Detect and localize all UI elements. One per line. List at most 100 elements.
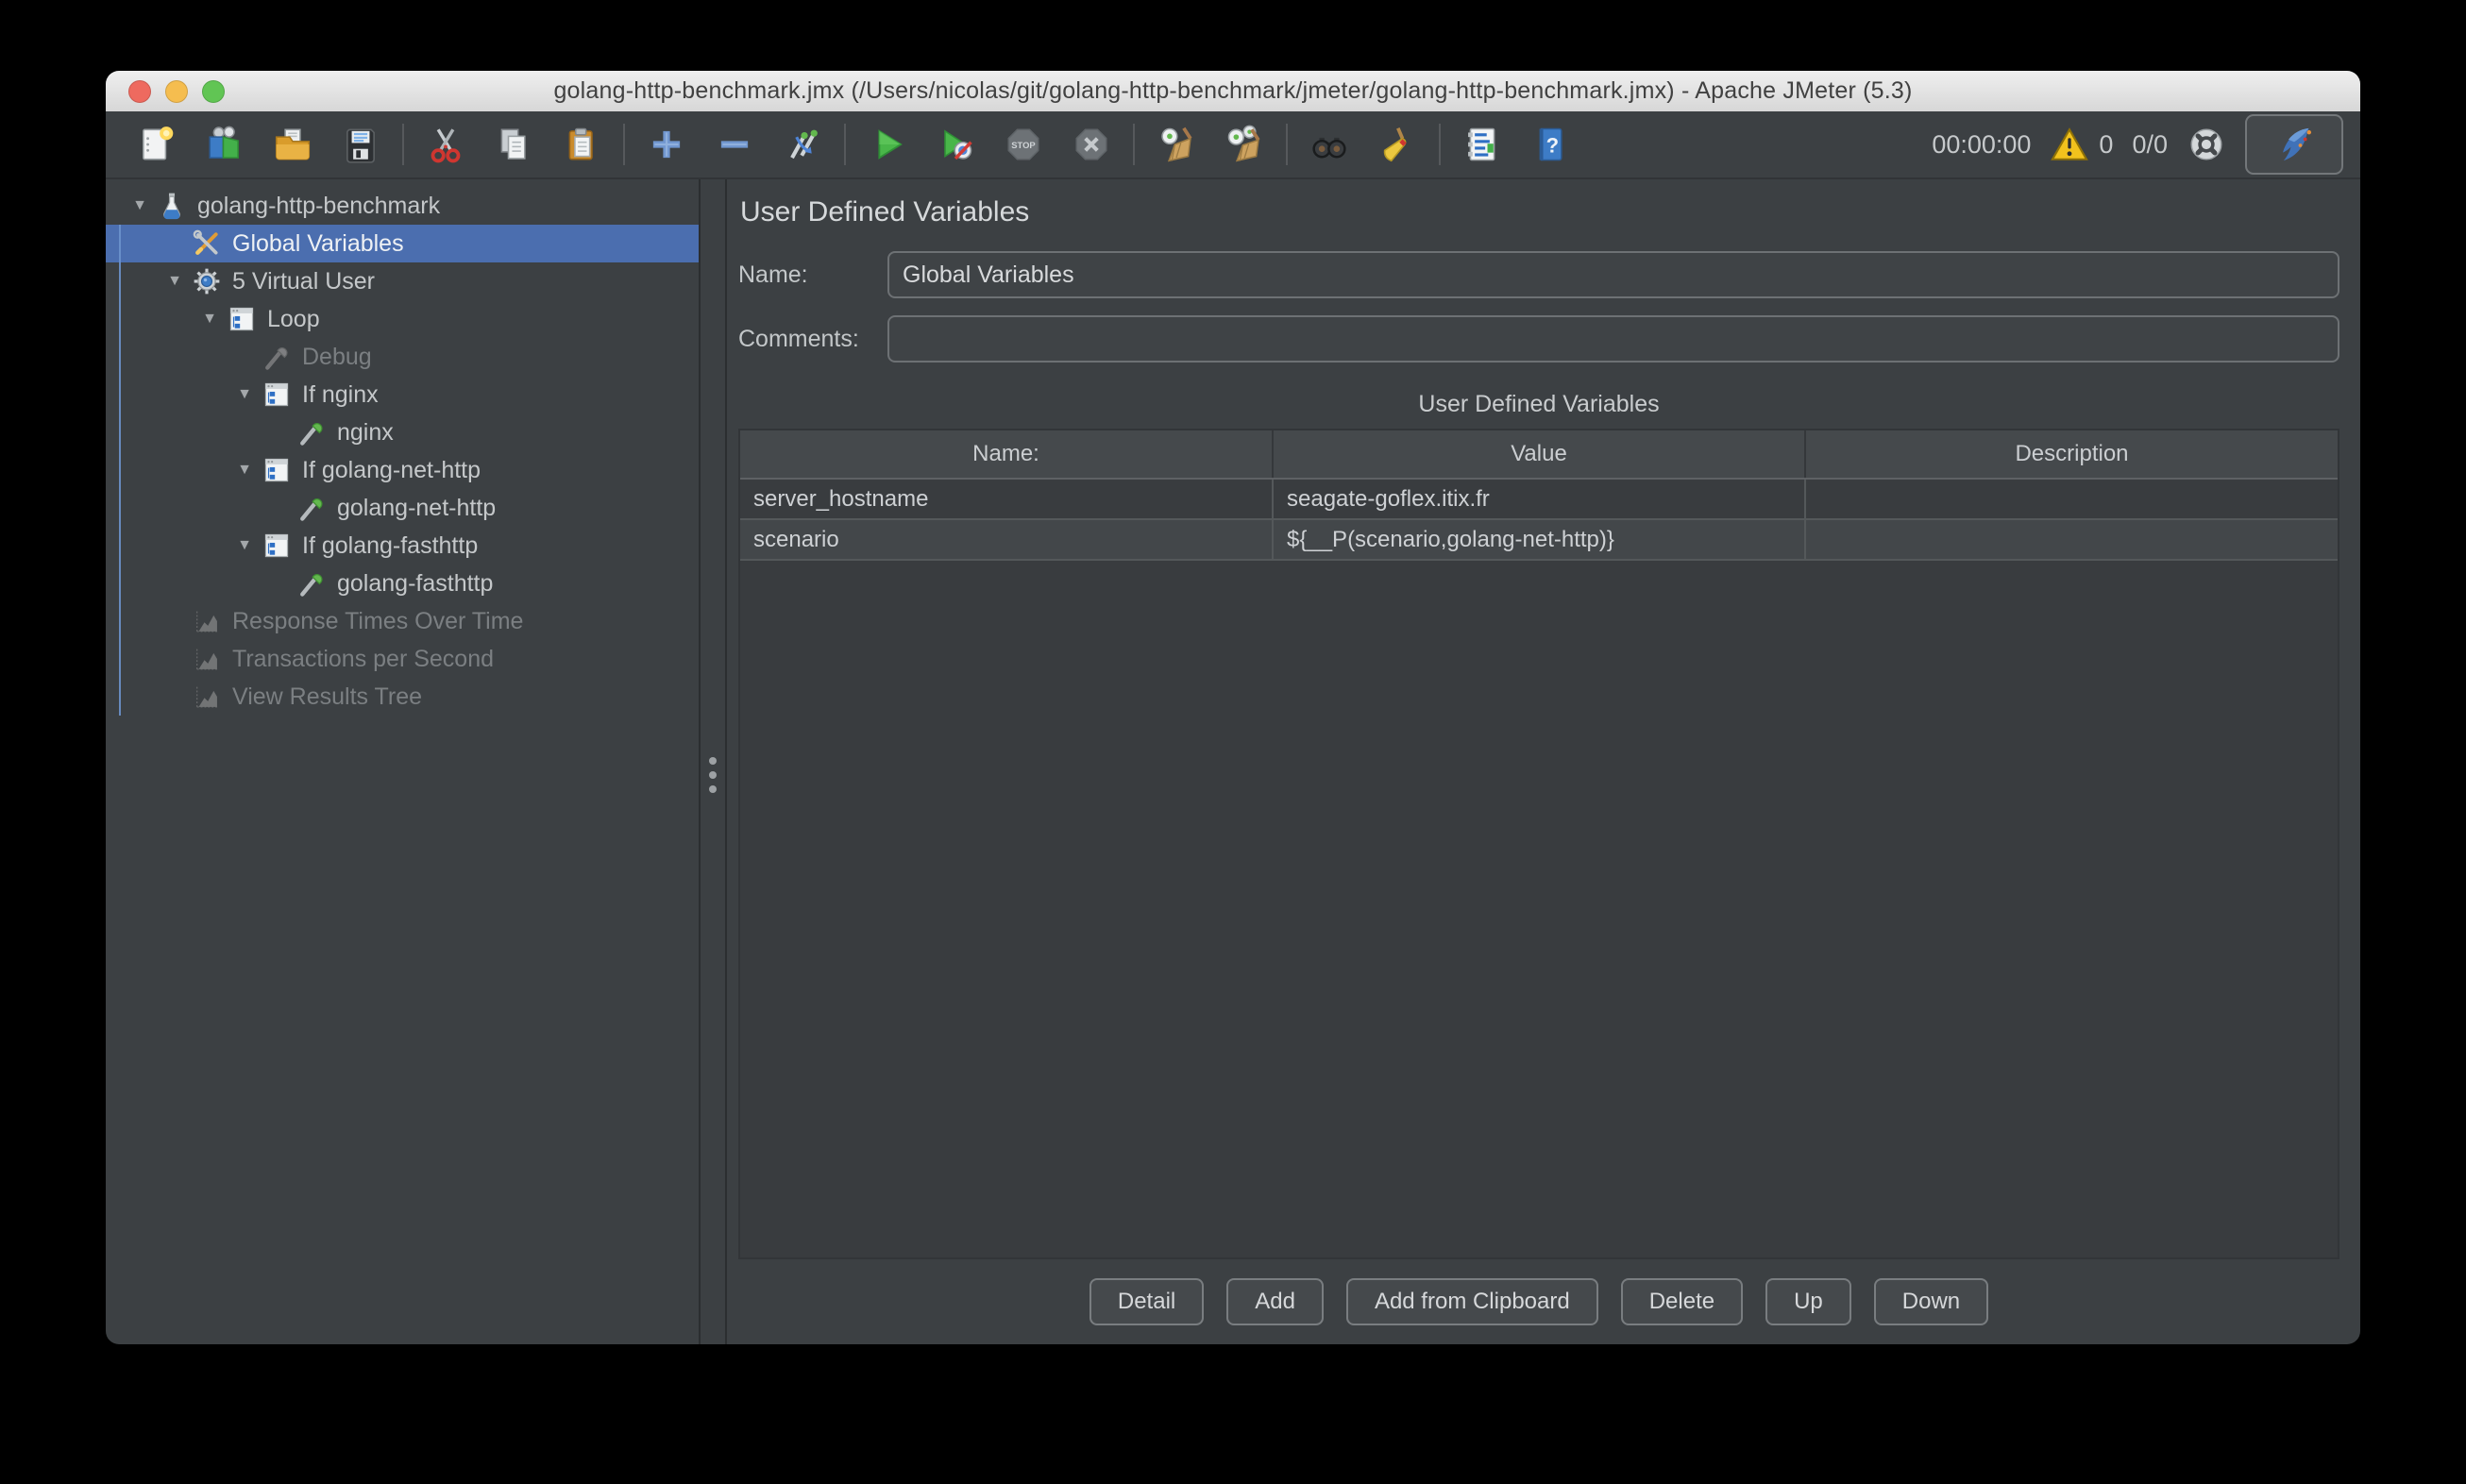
tree-item-nginx[interactable]: nginx [106,413,699,451]
clean-icon[interactable] [1155,123,1198,166]
tree-item-response-times-over-time[interactable]: Response Times Over Time [106,602,699,640]
column-header-description: Description [1805,430,2338,479]
chart-icon [190,643,224,675]
open-folder-icon[interactable] [271,123,314,166]
table-cell[interactable]: scenario [740,519,1273,560]
close-button[interactable] [128,80,151,103]
clean-search-icon[interactable] [1376,123,1419,166]
tree-item-label: golang-http-benchmark [197,193,440,220]
jmeter-logo-icon [2272,122,2317,167]
name-row: Name: [738,251,2339,298]
svg-text:?: ? [1546,134,1559,158]
toolbar-groups: STOP? [123,123,1584,166]
search-icon[interactable] [1308,123,1351,166]
table-cell[interactable] [1805,479,2338,519]
start-icon[interactable] [866,123,909,166]
split-pane-divider[interactable] [701,179,727,1344]
thread-count: 0/0 [2132,130,2168,160]
stop-icon[interactable]: STOP [1002,123,1045,166]
add-button[interactable]: Add [1226,1278,1324,1325]
test-plan-icon [155,190,189,222]
copy-icon[interactable] [492,123,535,166]
log-warning-indicator[interactable]: 0 [2050,125,2113,164]
add-icon[interactable] [645,123,688,166]
warning-icon [2050,125,2089,164]
toolbar-separator [1286,124,1288,165]
table-cell[interactable]: seagate-goflex.itix.fr [1273,479,1805,519]
zoom-button[interactable] [202,80,225,103]
paste-icon[interactable] [560,123,603,166]
column-header-name: Name: [740,430,1273,479]
toolbar-separator [1439,124,1441,165]
tree-item-label: Response Times Over Time [232,608,523,635]
tree-item-transactions-per-second[interactable]: Transactions per Second [106,640,699,678]
elapsed-timer: 00:00:00 [1932,130,2031,160]
tree-item-golang-fasthttp[interactable]: golang-fasthttp [106,565,699,602]
table-cell[interactable] [1805,519,2338,560]
jmeter-logo-button[interactable] [2245,114,2343,175]
threads-icon [190,265,224,297]
tree-item-if-nginx[interactable]: ▼If nginx [106,376,699,413]
window-title: golang-http-benchmark.jmx (/Users/nicola… [553,77,1912,105]
start-no-timers-icon[interactable] [934,123,977,166]
title-bar[interactable]: golang-http-benchmark.jmx (/Users/nicola… [106,71,2360,111]
tree-item-loop[interactable]: ▼Loop [106,300,699,338]
toolbar-separator [402,124,404,165]
delete-button[interactable]: Delete [1621,1278,1743,1325]
tree-item-5-virtual-user[interactable]: ▼ 5 Virtual User [106,262,699,300]
toolbar-separator [1133,124,1135,165]
detail-button[interactable]: Detail [1089,1278,1204,1325]
remove-icon[interactable] [713,123,756,166]
sampler-gray-icon [260,341,294,373]
table-caption: User Defined Variables [738,391,2339,417]
tree-item-golang-http-benchmark[interactable]: ▼ golang-http-benchmark [106,187,699,225]
expand-arrow-icon[interactable]: ▼ [229,537,260,554]
tree-item-label: Transactions per Second [232,646,494,673]
traffic-lights [128,71,225,111]
help-icon[interactable]: ? [1529,123,1572,166]
minimize-button[interactable] [165,80,188,103]
chart-icon [190,681,224,713]
controller-icon [225,303,259,335]
table-row: scenario${__P(scenario,golang-net-http)} [740,519,2338,560]
shutdown-icon[interactable] [1070,123,1113,166]
tree-item-if-golang-net-http[interactable]: ▼If golang-net-http [106,451,699,489]
comments-input[interactable] [887,315,2339,363]
tree-item-label: golang-fasthttp [337,570,493,598]
comments-label: Comments: [738,326,887,353]
divider-grip-icon [709,757,717,793]
tree-item-label: 5 Virtual User [232,268,375,295]
tree-item-label: Global Variables [232,230,404,258]
expand-arrow-icon[interactable]: ▼ [125,197,155,214]
tree-item-view-results-tree[interactable]: View Results Tree [106,678,699,716]
new-file-icon[interactable] [135,123,178,166]
templates-icon[interactable] [203,123,246,166]
tree-item-if-golang-fasthttp[interactable]: ▼ If golang-fasthttp [106,527,699,565]
clean-all-icon[interactable] [1223,123,1266,166]
table-buttons: Detail Add Add from Clipboard Delete Up Down [738,1278,2339,1325]
function-helper-icon[interactable] [1461,123,1504,166]
expand-arrow-icon[interactable]: ▼ [194,311,225,328]
table-cell[interactable]: server_hostname [740,479,1273,519]
table-row: server_hostnameseagate-goflex.itix.fr [740,479,2338,519]
expand-arrow-icon[interactable]: ▼ [160,273,190,290]
target-icon [2187,125,2226,164]
content-area: ▼ golang-http-benchmark Global Variables ▼ 5… [106,179,2360,1344]
expand-arrow-icon[interactable]: ▼ [229,386,260,403]
cut-icon[interactable] [424,123,467,166]
expand-arrow-icon[interactable]: ▼ [229,462,260,479]
tree-item-debug[interactable]: Debug [106,338,699,376]
down-button[interactable]: Down [1874,1278,1988,1325]
tree-item-golang-net-http[interactable]: golang-net-http [106,489,699,527]
table-cell[interactable]: ${__P(scenario,golang-net-http)} [1273,519,1805,560]
sampler-icon [295,492,329,524]
save-icon[interactable] [339,123,382,166]
name-input[interactable] [887,251,2339,298]
tree-item-global-variables[interactable]: Global Variables [106,225,699,262]
warning-count: 0 [2099,130,2113,160]
tree-item-label: If golang-fasthttp [302,532,478,560]
test-plan-tree: ▼ golang-http-benchmark Global Variables ▼ 5… [106,179,701,1344]
add-from-clipboard-button[interactable]: Add from Clipboard [1346,1278,1598,1325]
up-button[interactable]: Up [1765,1278,1851,1325]
toggle-icon[interactable] [781,123,824,166]
